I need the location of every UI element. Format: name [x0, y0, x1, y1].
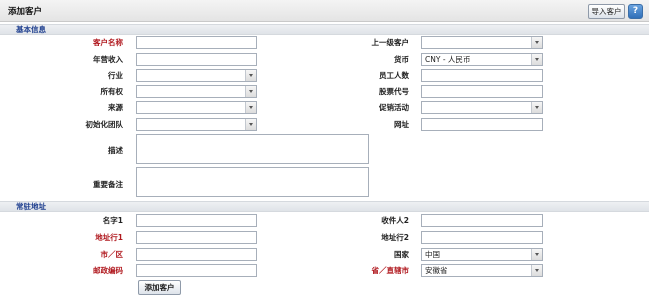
ticker-input[interactable]: [421, 85, 543, 98]
description-label: 描述: [108, 146, 123, 155]
city-input[interactable]: [136, 248, 257, 261]
industry-label: 行业: [108, 71, 123, 80]
province-label: 省／直辖市: [371, 266, 410, 275]
employees-label: 员工人数: [379, 71, 409, 80]
source-label: 来源: [108, 103, 123, 112]
name1-input[interactable]: [136, 214, 257, 227]
help-icon[interactable]: ?: [628, 4, 643, 19]
source-select[interactable]: [136, 101, 257, 114]
parent-account-select[interactable]: [421, 36, 543, 49]
section-basic-info-title: 基本信息: [16, 25, 46, 34]
import-customer-button[interactable]: 导入客户: [588, 4, 625, 19]
annual-revenue-input[interactable]: [136, 53, 257, 66]
page-title: 添加客户: [8, 7, 43, 17]
important-notes-textarea[interactable]: [136, 167, 369, 197]
address-line2-label: 地址行2: [381, 233, 409, 242]
currency-value: CNY - 人民币: [425, 55, 471, 64]
industry-select[interactable]: [136, 69, 257, 82]
chevron-down-icon[interactable]: [245, 86, 256, 97]
description-textarea[interactable]: [136, 134, 369, 164]
page-header: 添加客户 导入客户 ?: [0, 0, 649, 22]
campaign-select[interactable]: [421, 101, 543, 114]
parent-account-label: 上一级客户: [371, 38, 410, 47]
province-select[interactable]: 安徽省: [421, 264, 543, 277]
address-line1-input[interactable]: [136, 231, 257, 244]
important-notes-label: 重要备注: [93, 180, 123, 189]
ticker-label: 股票代号: [379, 87, 409, 96]
chevron-down-icon[interactable]: [531, 249, 542, 260]
chevron-down-icon[interactable]: [245, 70, 256, 81]
chevron-down-icon[interactable]: [245, 102, 256, 113]
city-label: 市／区: [100, 250, 124, 259]
ownership-select[interactable]: [136, 85, 257, 98]
recipient2-label: 收件人2: [381, 216, 409, 225]
website-label: 网址: [394, 120, 409, 129]
chevron-down-icon[interactable]: [531, 37, 542, 48]
postcode-input[interactable]: [136, 264, 257, 277]
recipient2-input[interactable]: [421, 214, 543, 227]
country-select[interactable]: 中国: [421, 248, 543, 261]
ownership-label: 所有权: [100, 87, 124, 96]
section-basic-info: 基本信息: [0, 24, 649, 35]
initial-team-label: 初始化团队: [85, 120, 124, 129]
name1-label: 名字1: [102, 216, 123, 225]
address-line2-input[interactable]: [421, 231, 543, 244]
chevron-down-icon[interactable]: [245, 119, 256, 130]
postcode-label: 邮政编码: [93, 266, 123, 275]
country-value: 中国: [425, 250, 440, 259]
employees-input[interactable]: [421, 69, 543, 82]
chevron-down-icon[interactable]: [531, 54, 542, 65]
chevron-down-icon[interactable]: [531, 265, 542, 276]
section-address-title: 常驻地址: [16, 202, 46, 211]
address-line1-label: 地址行1: [95, 233, 123, 242]
campaign-label: 促销活动: [379, 103, 409, 112]
chevron-down-icon[interactable]: [531, 102, 542, 113]
initial-team-select[interactable]: [136, 118, 257, 131]
currency-select[interactable]: CNY - 人民币: [421, 53, 543, 66]
annual-revenue-label: 年营收入: [93, 55, 123, 64]
currency-label: 货币: [394, 55, 409, 64]
province-value: 安徽省: [425, 266, 448, 275]
customer-name-label: 客户名称: [93, 38, 123, 47]
customer-name-input[interactable]: [136, 36, 257, 49]
website-input[interactable]: [421, 118, 543, 131]
country-label: 国家: [394, 250, 409, 259]
section-address: 常驻地址: [0, 201, 649, 212]
add-customer-button[interactable]: 添加客户: [138, 280, 181, 295]
